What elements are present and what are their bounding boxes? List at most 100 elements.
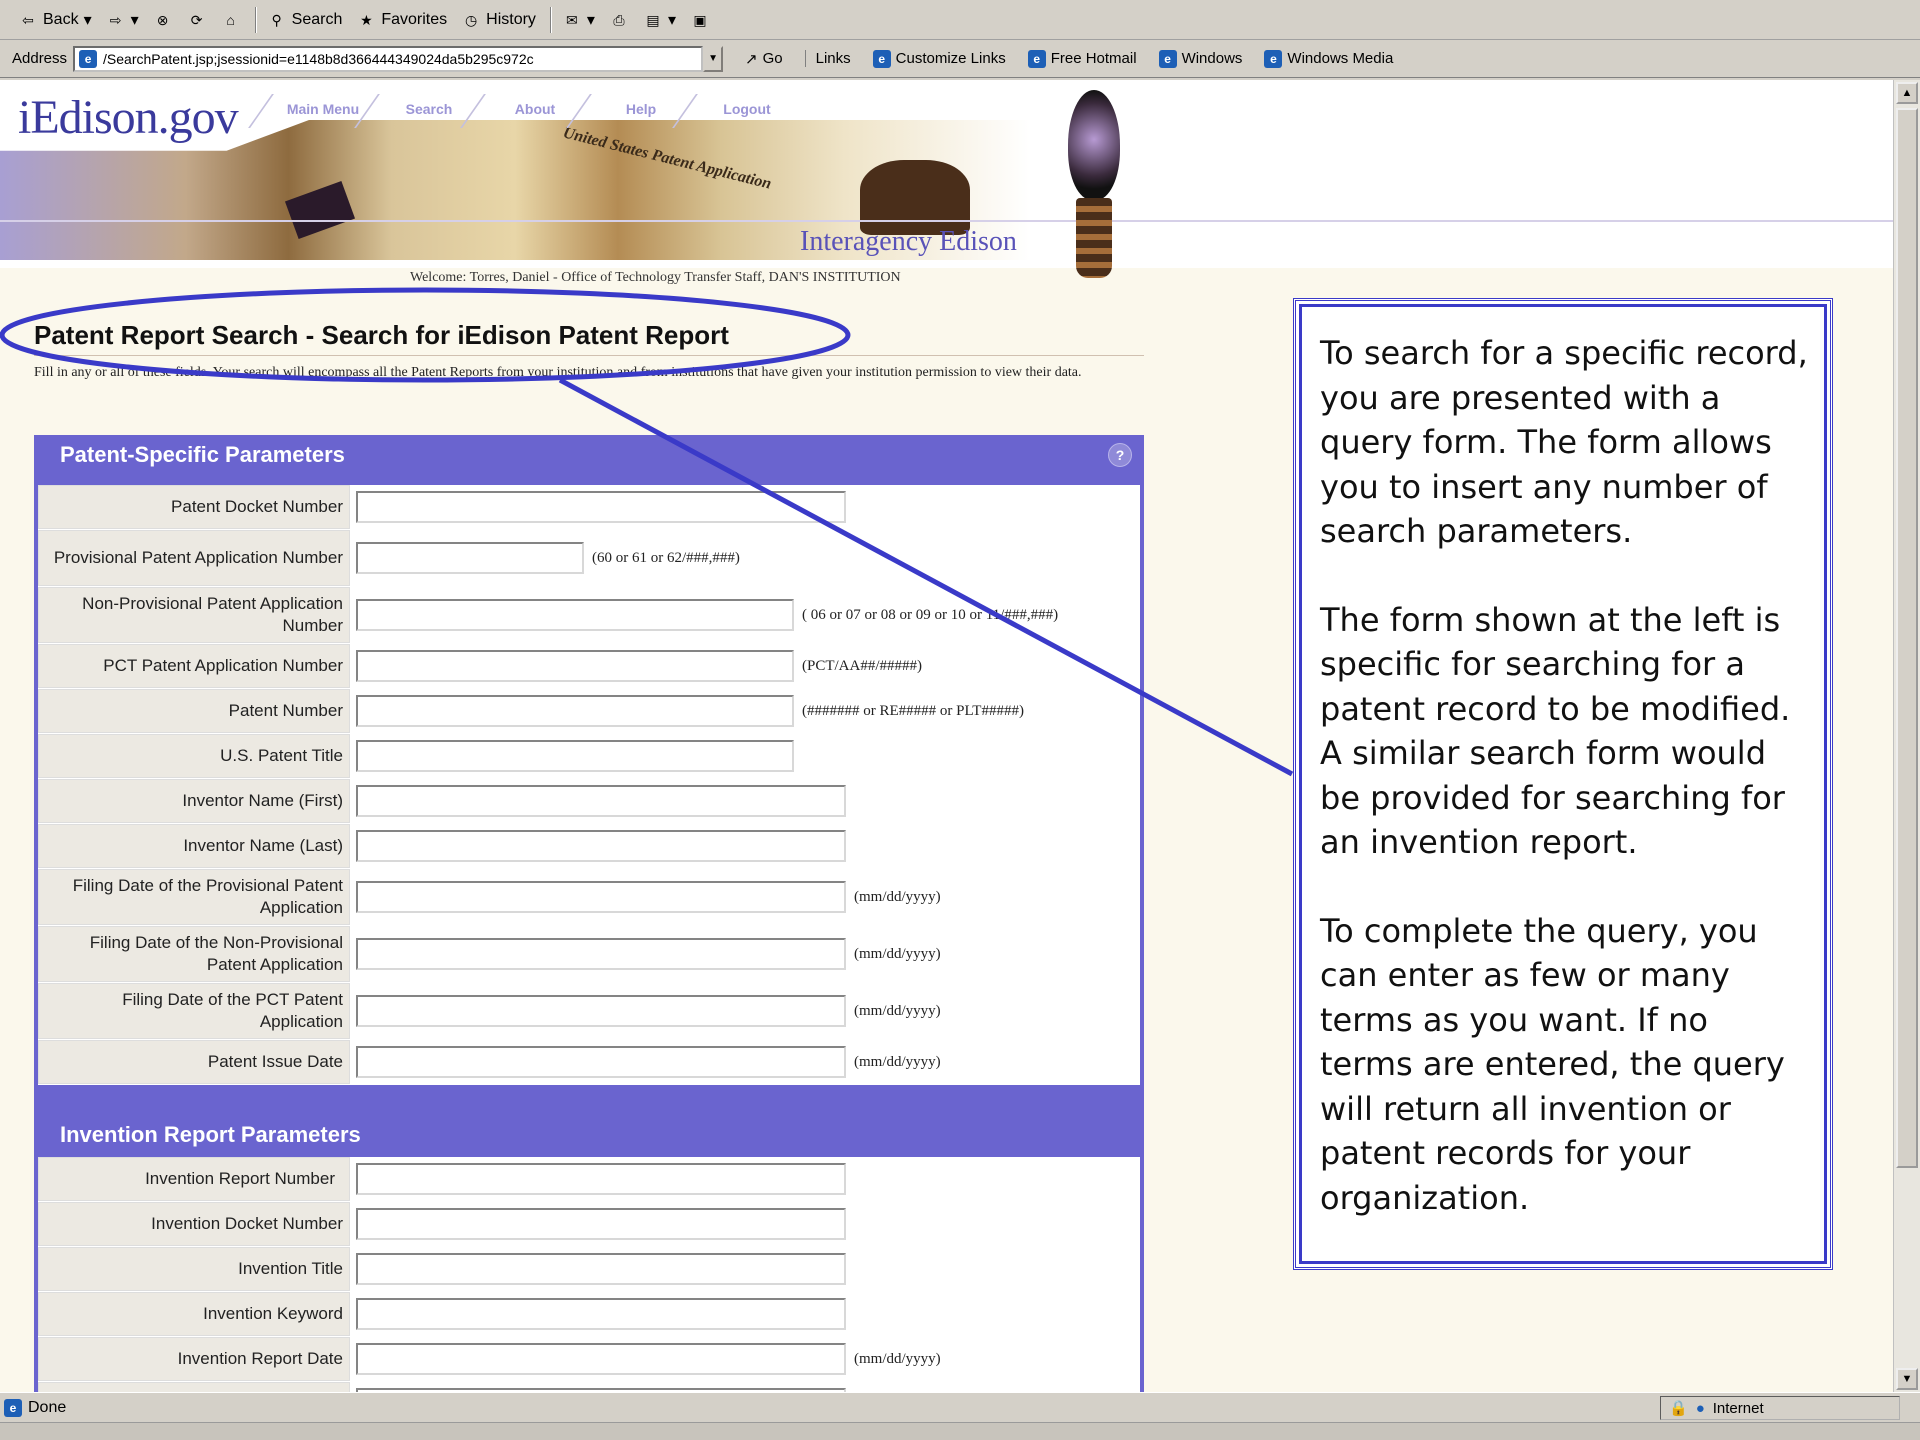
- stop-button[interactable]: ⊗: [153, 10, 173, 30]
- provisional-app-number-input[interactable]: [356, 542, 584, 574]
- format-hint: (mm/dd/yyyy): [854, 1350, 941, 1367]
- patent-number-input[interactable]: [356, 695, 794, 727]
- pct-app-number-input[interactable]: [356, 650, 794, 682]
- form-row-non-provisional-app-number: Non-Provisional Patent Application Numbe…: [38, 587, 1140, 644]
- page-status-icon: e: [4, 1398, 22, 1417]
- field-label: Patent Number: [38, 689, 350, 733]
- field-label: Invention Docket Number: [38, 1202, 350, 1246]
- banner-document-caption: United States Patent Application: [561, 124, 774, 193]
- print-icon: ⎙: [613, 11, 625, 28]
- favorites-button[interactable]: ★ Favorites: [356, 10, 447, 30]
- edit-icon: ▤: [646, 11, 660, 28]
- form-row-pct-app-number: PCT Patent Application Number (PCT/AA##/…: [38, 644, 1140, 689]
- provisional-filing-date-input[interactable]: [356, 881, 846, 913]
- dropdown-arrow-icon: ▾: [586, 11, 595, 29]
- patent-section-header: Patent-Specific Parameters ?: [38, 435, 1140, 485]
- bulb-glass: [1068, 90, 1120, 200]
- site-logo[interactable]: iEdison.gov: [18, 90, 239, 145]
- address-input[interactable]: e /SearchPatent.jsp;jsessionid=e1148b8d3…: [73, 45, 704, 72]
- form-row-provisional-app-number: Provisional Patent Application Number (6…: [38, 530, 1140, 587]
- invention-docket-number-input[interactable]: [356, 1208, 846, 1240]
- edit-button[interactable]: ▤ ▾: [643, 10, 676, 30]
- field-label: Filing Date of the Provisional Patent Ap…: [38, 869, 350, 925]
- site-banner: United States Patent Application iEdison…: [0, 80, 1893, 278]
- form-row-patent-number: Patent Number (####### or RE##### or PLT…: [38, 689, 1140, 734]
- history-button[interactable]: ◷ History: [461, 10, 536, 30]
- patent-issue-date-input[interactable]: [356, 1046, 846, 1078]
- forward-button[interactable]: ⇨ ▾: [106, 10, 139, 30]
- print-button[interactable]: ⎙: [609, 10, 629, 30]
- non-provisional-app-number-input[interactable]: [356, 599, 794, 631]
- globe-icon: ●: [1695, 1399, 1705, 1417]
- field-label: Invention Keyword: [38, 1292, 350, 1336]
- scroll-up-arrow-icon[interactable]: ▲: [1896, 82, 1918, 104]
- link-windows-media[interactable]: e Windows Media: [1264, 49, 1393, 68]
- form-row-provisional-filing-date: Filing Date of the Provisional Patent Ap…: [38, 869, 1140, 926]
- form-row-partial: [38, 1382, 1140, 1392]
- vertical-scrollbar[interactable]: ▲ ▼: [1893, 80, 1920, 1392]
- page-icon: e: [79, 49, 98, 68]
- address-url: /SearchPatent.jsp;jsessionid=e1148b8d366…: [103, 50, 534, 67]
- field-label: Provisional Patent Application Number: [38, 530, 350, 586]
- discuss-button[interactable]: ▣: [690, 10, 710, 30]
- format-hint: (mm/dd/yyyy): [854, 888, 941, 905]
- taskbar-strip: [0, 1422, 1920, 1440]
- nav-logout[interactable]: Logout: [694, 94, 800, 124]
- scroll-thumb[interactable]: [1896, 108, 1918, 1168]
- invention-title-input[interactable]: [356, 1253, 846, 1285]
- form-row-invention-report-number: Invention Report Number: [38, 1157, 1140, 1202]
- inventor-last-name-input[interactable]: [356, 830, 846, 862]
- inventor-first-name-input[interactable]: [356, 785, 846, 817]
- field-label: Non-Provisional Patent Application Numbe…: [38, 587, 350, 643]
- field-label: Inventor Name (Last): [38, 824, 350, 868]
- invention-report-number-input[interactable]: [356, 1163, 846, 1195]
- welcome-line: Welcome: Torres, Daniel - Office of Tech…: [410, 270, 901, 285]
- patent-section-title: Patent-Specific Parameters: [60, 442, 345, 467]
- link-windows[interactable]: e Windows: [1158, 49, 1242, 68]
- search-button[interactable]: ⚲ Search: [267, 10, 343, 30]
- address-dropdown-button[interactable]: ▼: [703, 45, 724, 72]
- back-button[interactable]: ⇦ Back ▾: [18, 10, 91, 30]
- non-provisional-filing-date-input[interactable]: [356, 938, 846, 970]
- callout-box: To search for a specific record, you are…: [1293, 298, 1833, 1270]
- patent-docket-number-input[interactable]: [356, 491, 846, 523]
- dropdown-arrow-icon: ▾: [130, 11, 139, 29]
- invention-keyword-input[interactable]: [356, 1298, 846, 1330]
- banner-photo-person: [860, 160, 970, 235]
- link-customize-links[interactable]: e Customize Links: [872, 49, 1006, 68]
- pct-filing-date-input[interactable]: [356, 995, 846, 1027]
- scroll-down-arrow-icon[interactable]: ▼: [1896, 1368, 1918, 1390]
- banner-caption: Interagency Edison: [800, 226, 1017, 257]
- home-icon: ⌂: [226, 11, 235, 28]
- ie-link-icon: e: [1158, 49, 1177, 68]
- field-label: Invention Report Number: [38, 1157, 350, 1201]
- mail-button[interactable]: ✉ ▾: [562, 10, 595, 30]
- refresh-icon: ⟳: [190, 11, 203, 28]
- refresh-button[interactable]: ⟳: [187, 10, 207, 30]
- invention-section-header: Invention Report Parameters: [38, 1085, 1140, 1157]
- form-row-patent-docket-number: Patent Docket Number: [38, 485, 1140, 530]
- link-free-hotmail[interactable]: e Free Hotmail: [1027, 49, 1137, 68]
- security-zone[interactable]: 🔒 ● Internet: [1660, 1396, 1900, 1420]
- dropdown-arrow-icon: ▾: [667, 11, 676, 29]
- format-hint: (mm/dd/yyyy): [854, 1002, 941, 1019]
- go-button[interactable]: ↗ Go: [745, 50, 783, 68]
- form-row-invention-report-date: Invention Report Date (mm/dd/yyyy): [38, 1337, 1140, 1382]
- us-patent-title-input[interactable]: [356, 740, 794, 772]
- title-divider: [34, 355, 1144, 356]
- browser-toolbar: ⇦ Back ▾ ⇨ ▾ ⊗ ⟳ ⌂ ⚲ Search ★ Favorites ◷ Hi…: [0, 0, 1920, 40]
- status-text: Done: [28, 1398, 67, 1416]
- invention-report-date-input[interactable]: [356, 1343, 846, 1375]
- home-button[interactable]: ⌂: [221, 10, 241, 30]
- discuss-icon: ▣: [693, 11, 707, 28]
- field-label: Patent Issue Date: [38, 1040, 350, 1084]
- zone-label: Internet: [1712, 1399, 1764, 1417]
- form-row-us-patent-title: U.S. Patent Title: [38, 734, 1140, 779]
- status-bar: e Done 🔒 ● Internet: [0, 1392, 1920, 1422]
- search-form: Patent-Specific Parameters ? Patent Dock…: [34, 435, 1144, 1392]
- ie-link-icon: e: [872, 49, 891, 68]
- address-label: Address: [12, 50, 68, 67]
- links-label[interactable]: Links: [804, 50, 851, 67]
- help-icon[interactable]: ?: [1108, 443, 1132, 467]
- format-hint: (60 or 61 or 62/###,###): [592, 549, 740, 566]
